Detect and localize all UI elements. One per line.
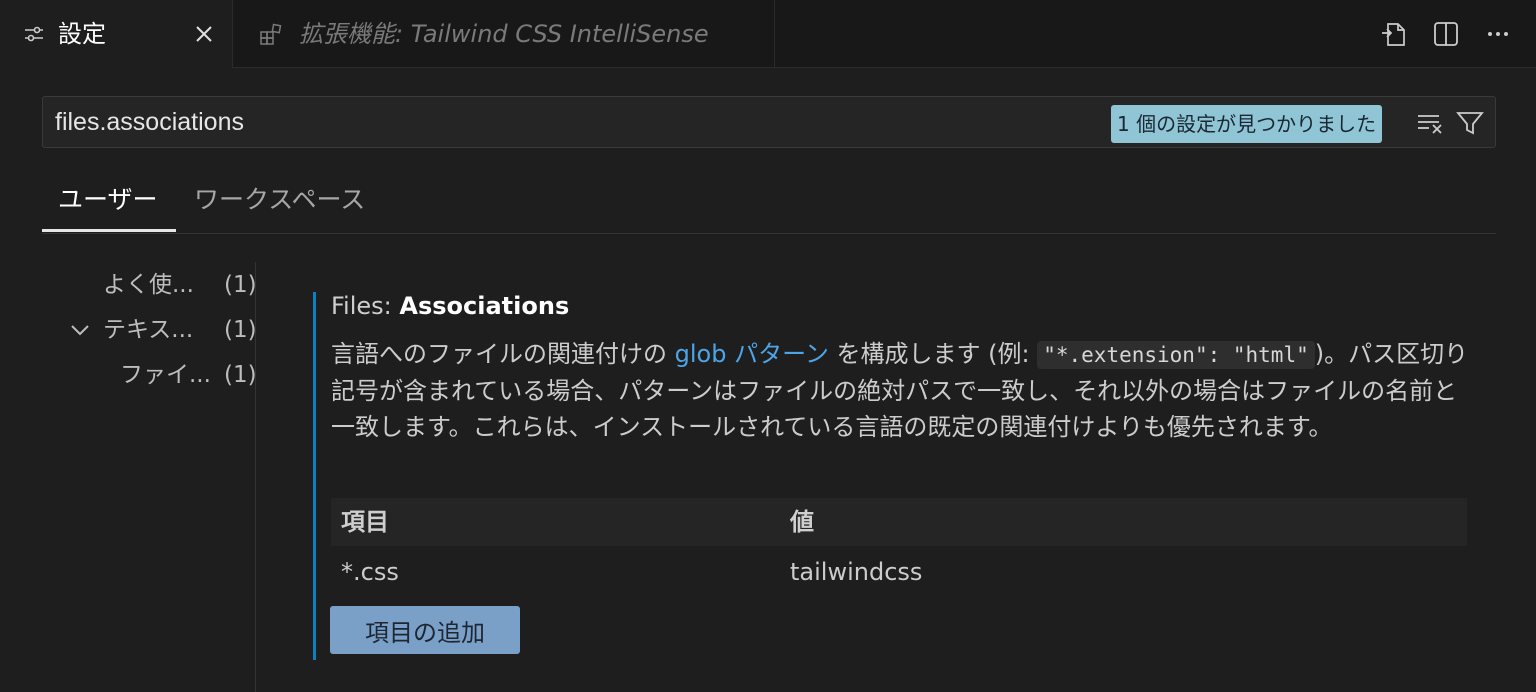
- setting-title: Files: Associations: [331, 290, 569, 322]
- settings-search-input[interactable]: [55, 105, 1095, 139]
- filter-button[interactable]: [1453, 106, 1487, 140]
- toc-item-files[interactable]: ファイ...: [120, 358, 211, 392]
- close-tab-button[interactable]: [190, 20, 218, 48]
- tab-settings-label: 設定: [58, 20, 106, 48]
- example-code: "*.extension": "html": [1037, 341, 1315, 369]
- active-tab-indicator: [42, 229, 176, 232]
- toc-count: (1): [224, 272, 257, 298]
- add-item-button[interactable]: 項目の追加: [330, 606, 520, 654]
- focused-setting-indicator: [313, 292, 316, 660]
- toc-item-commonly-used[interactable]: よく使...: [103, 268, 194, 302]
- toc-count: (1): [224, 317, 257, 343]
- ellipsis-icon: [1488, 32, 1508, 36]
- chevron-down-icon[interactable]: [68, 318, 92, 342]
- column-header-value: 値: [790, 508, 814, 536]
- setting-description: 言語へのファイルの関連付けの glob パターン を構成します (例: "*.e…: [331, 340, 1469, 441]
- setting-category: Files:: [331, 292, 400, 320]
- clear-filter-icon: [1418, 115, 1442, 134]
- editor-tab-bar: 設定 拡張機能: Tailwind CSS IntelliSense: [0, 0, 1536, 68]
- settings-sliders-icon: [25, 26, 43, 42]
- filter-icon: [1456, 112, 1484, 135]
- settings-search-box: 1 個の設定が見つかりました: [42, 96, 1496, 148]
- open-file-icon: [1382, 23, 1405, 46]
- editor-actions: [1376, 16, 1516, 52]
- settings-scope-tabs: ユーザー ワークスペース: [42, 170, 1496, 234]
- open-settings-json-button[interactable]: [1376, 16, 1412, 52]
- tab-settings[interactable]: 設定: [0, 0, 233, 68]
- toc-item-text-editor[interactable]: テキス...: [103, 313, 193, 347]
- toc-count: (1): [224, 362, 257, 388]
- toc-divider: [255, 262, 256, 692]
- associations-table-header: 項目 値: [331, 498, 1467, 546]
- setting-name: Associations: [399, 292, 570, 320]
- more-actions-button[interactable]: [1480, 16, 1516, 52]
- table-cell-value[interactable]: tailwindcss: [790, 556, 922, 588]
- tab-extension-label: 拡張機能: Tailwind CSS IntelliSense: [299, 20, 709, 48]
- split-editor-button[interactable]: [1428, 16, 1464, 52]
- tab-user[interactable]: ユーザー: [58, 182, 158, 218]
- table-cell-item[interactable]: *.css: [341, 556, 399, 588]
- tab-workspace[interactable]: ワークスペース: [194, 182, 365, 218]
- extensions-icon: [260, 23, 282, 45]
- close-icon: [196, 26, 212, 42]
- tab-extension[interactable]: 拡張機能: Tailwind CSS IntelliSense: [233, 0, 775, 68]
- column-header-item: 項目: [341, 508, 389, 536]
- split-editor-icon: [1434, 22, 1458, 46]
- glob-pattern-link[interactable]: glob パターン: [675, 340, 829, 368]
- clear-search-button[interactable]: [1413, 106, 1447, 140]
- search-result-count-badge: 1 個の設定が見つかりました: [1111, 105, 1383, 143]
